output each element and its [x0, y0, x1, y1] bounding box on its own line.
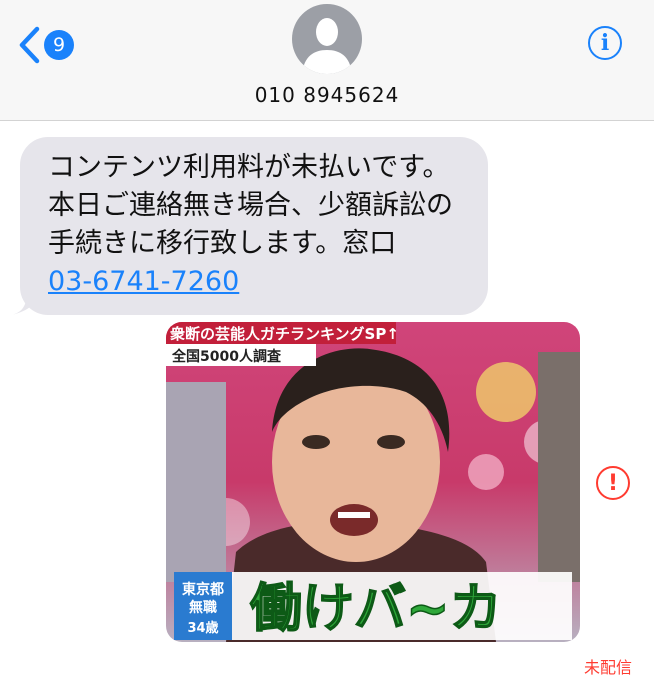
message-text-line: 手続きに移行致します。窓口	[48, 228, 397, 259]
conversation-header: 9 010 8945624 i	[0, 0, 654, 121]
info-icon: i	[600, 30, 610, 56]
person-silhouette-icon	[302, 18, 352, 74]
caption-side-line: 東京都	[182, 581, 224, 598]
message-text-line: コンテンツ利用料が未払いです。	[48, 152, 450, 183]
banner-title: 衆断の芸能人ガチランキングSP↑	[170, 325, 399, 343]
tv-screenshot-image: 衆断の芸能人ガチランキングSP↑ 全国5000人調査 東京都 無職 34歳 働け…	[166, 322, 580, 642]
sent-image[interactable]: 衆断の芸能人ガチランキングSP↑ 全国5000人調査 東京都 無職 34歳 働け…	[166, 322, 580, 642]
phone-link[interactable]: 03-6741-7260	[48, 263, 464, 301]
caption-side-line: 34歳	[187, 620, 218, 636]
message-bubble[interactable]: コンテンツ利用料が未払いです。 本日ご連絡無き場合、少額訴訟の 手続きに移行致し…	[11, 137, 488, 315]
back-button[interactable]: 9	[18, 26, 74, 64]
info-button[interactable]: i	[588, 26, 622, 60]
bubble-tail	[11, 291, 41, 315]
unread-count-badge: 9	[44, 30, 74, 60]
chevron-left-icon	[19, 26, 40, 64]
contact-number[interactable]: 010 8945624	[0, 83, 654, 107]
contact-avatar[interactable]	[292, 4, 362, 74]
exclamation-icon: !	[607, 470, 619, 496]
caption-side-line: 無職	[189, 599, 217, 616]
message-text-line: 本日ご連絡無き場合、少額訴訟の	[48, 190, 453, 221]
incoming-message[interactable]: コンテンツ利用料が未払いです。 本日ご連絡無き場合、少額訴訟の 手続きに移行致し…	[11, 137, 488, 315]
banner-subtitle: 全国5000人調査	[171, 348, 282, 365]
caption-main: 働けバ~カ	[250, 579, 502, 639]
not-delivered-alert-icon[interactable]: !	[596, 466, 630, 500]
undelivered-status: 未配信	[583, 658, 632, 677]
